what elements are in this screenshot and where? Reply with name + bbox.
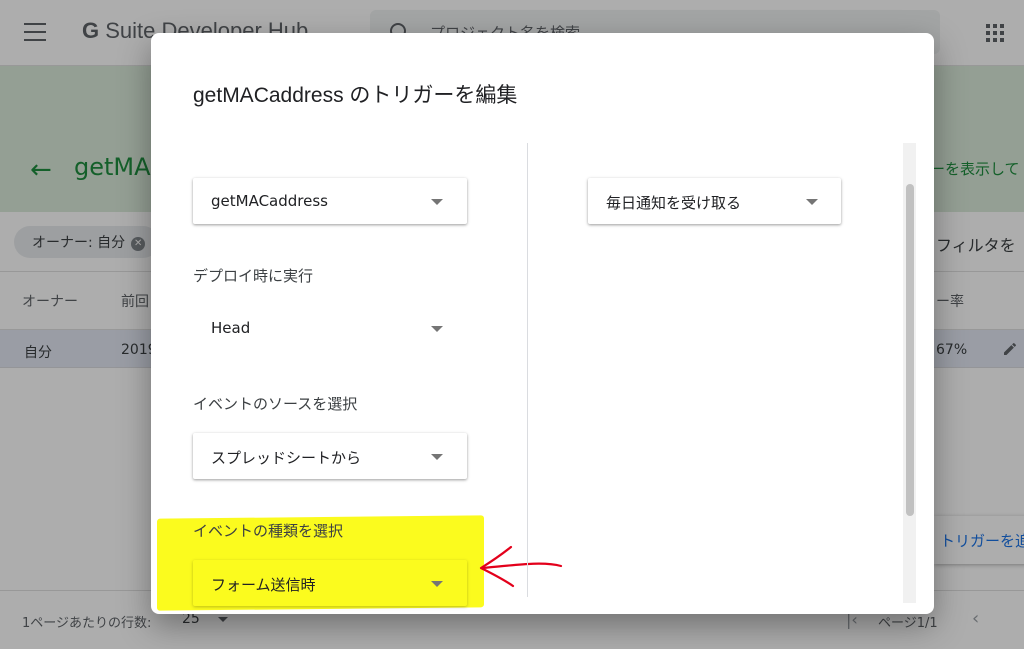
deploy-select-value: Head	[211, 319, 251, 337]
notification-select[interactable]: 毎日通知を受け取る	[588, 178, 841, 224]
dropdown-arrow-icon	[431, 581, 443, 587]
deploy-label: デプロイ時に実行	[193, 267, 314, 285]
dropdown-arrow-icon	[431, 199, 443, 205]
dropdown-arrow-icon	[431, 326, 443, 332]
edit-trigger-dialog: getMACaddress のトリガーを編集 getMACaddress デプロ…	[151, 33, 934, 614]
column-divider	[527, 143, 528, 597]
notification-select-value: 毎日通知を受け取る	[606, 194, 742, 212]
event-source-label: イベントのソースを選択	[193, 395, 358, 413]
event-type-label: イベントの種類を選択	[193, 522, 344, 540]
event-type-select-value: フォーム送信時	[211, 576, 316, 594]
event-source-select[interactable]: スプレッドシートから	[193, 433, 467, 479]
dropdown-arrow-icon	[431, 454, 443, 460]
function-select-value: getMACaddress	[211, 192, 328, 210]
event-source-select-value: スプレッドシートから	[211, 449, 362, 467]
dropdown-arrow-icon	[806, 199, 818, 205]
deploy-select[interactable]: Head	[193, 305, 467, 351]
event-type-select[interactable]: フォーム送信時	[193, 560, 467, 606]
red-arrow-annotation	[479, 545, 563, 588]
dialog-title: getMACaddress のトリガーを編集	[193, 84, 518, 107]
function-select[interactable]: getMACaddress	[193, 178, 467, 224]
scrollbar-thumb[interactable]	[906, 184, 914, 516]
